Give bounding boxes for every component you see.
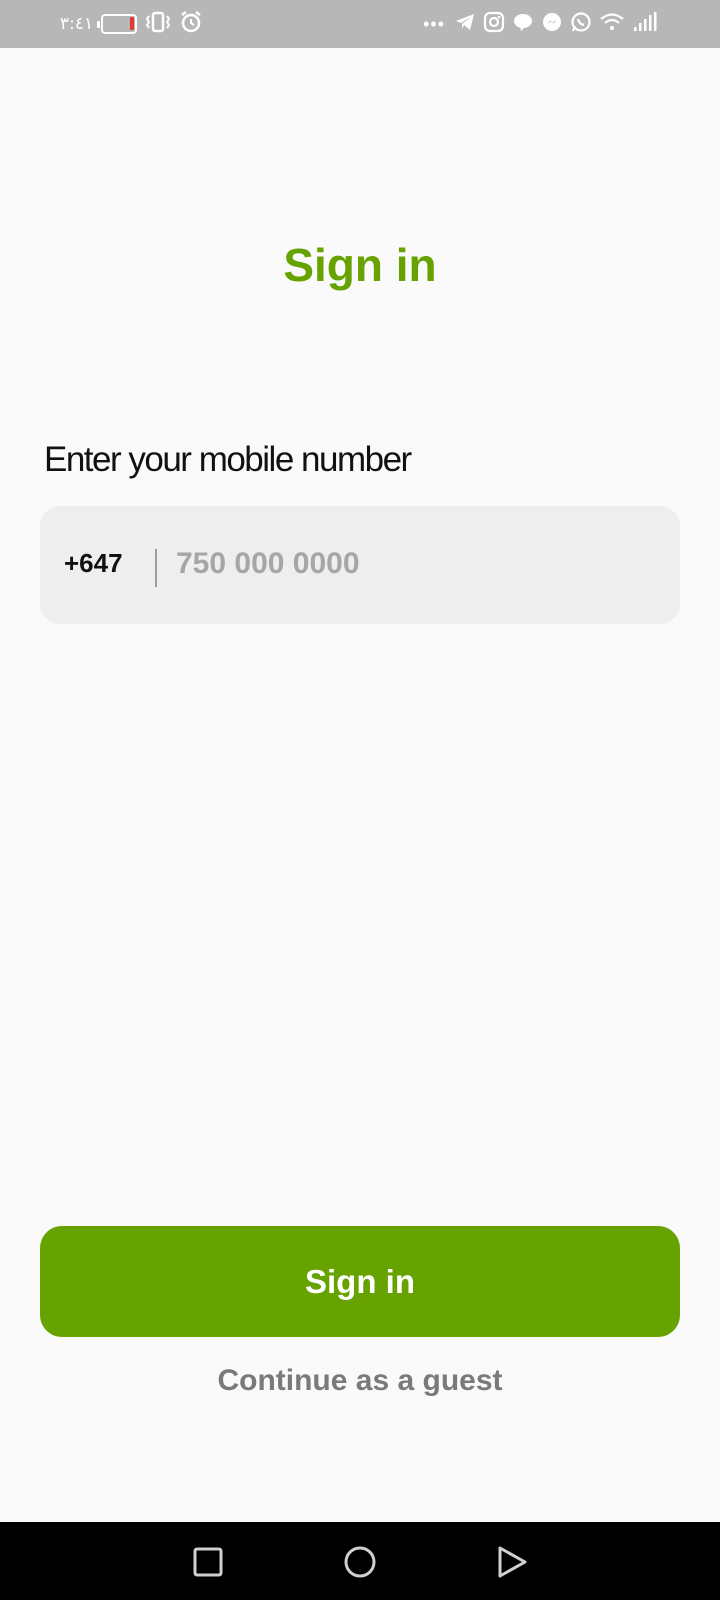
more-dots-icon: •••: [423, 13, 445, 34]
phone-number-input[interactable]: [176, 536, 656, 592]
sign-in-button[interactable]: Sign in: [40, 1226, 680, 1337]
mobile-number-label: Enter your mobile number: [44, 440, 412, 479]
status-bar: ٣:٤١ •••: [0, 0, 720, 48]
home-icon[interactable]: [340, 1542, 380, 1582]
continue-as-guest-link[interactable]: Continue as a guest: [0, 1364, 720, 1398]
page-title: Sign in: [283, 239, 437, 291]
back-icon[interactable]: [492, 1542, 532, 1582]
sign-in-screen: ٣:٤١ ••• Sign in Enter your mobile numbe…: [0, 0, 720, 1600]
signal-icon: [632, 11, 658, 38]
telegram-icon: [454, 11, 476, 38]
instagram-icon: [483, 11, 505, 38]
messenger-icon: [541, 11, 563, 38]
recent-apps-icon[interactable]: [188, 1542, 228, 1582]
status-bar-right: •••: [423, 10, 658, 38]
whatsapp-icon: [570, 11, 592, 38]
vibrate-icon: [145, 11, 171, 38]
navigation-bar: [0, 1522, 720, 1600]
country-code[interactable]: +647: [64, 548, 123, 579]
battery-level: [130, 17, 135, 30]
battery-icon: [97, 14, 138, 34]
wifi-icon: [599, 11, 625, 38]
status-bar-left: ٣:٤١: [60, 10, 203, 38]
alarm-icon: [179, 10, 203, 39]
chat-bubble-icon: [512, 11, 534, 38]
phone-number-field[interactable]: +647: [40, 506, 680, 624]
field-divider: [155, 549, 157, 587]
clock: ٣:٤١: [60, 14, 94, 34]
